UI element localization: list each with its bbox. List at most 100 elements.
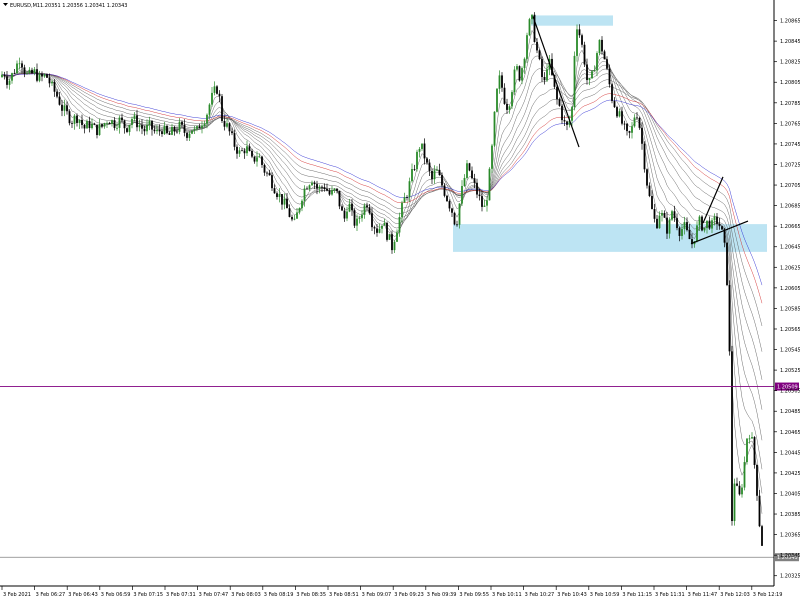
candle-body [421,143,423,149]
candle-body [628,131,631,133]
candle-body [708,220,711,229]
y-tick-label: 1.20725 [780,162,800,168]
candle-body [598,39,601,54]
candle-body [501,75,503,88]
x-tick-label: 3 Feb 11:47 [688,592,718,598]
x-tick-label: 3 Feb 06:27 [36,592,66,598]
candle-body [128,124,131,132]
candle-body [618,111,621,117]
y-tick-label: 1.20745 [780,142,800,148]
candle-body [291,216,293,220]
candle-body [608,68,611,85]
candle-body [93,123,96,125]
candle-body [131,118,133,125]
candle-body [756,464,758,496]
y-tick-label: 1.20405 [780,491,800,497]
candle-body [216,86,218,94]
x-tick-label: 3 Feb 12:03 [720,592,750,598]
candle-body [281,194,283,205]
candle-body [596,53,598,71]
candle-body [31,69,33,74]
candle-body [301,200,303,209]
candle-body [543,76,546,81]
candle-body [306,188,308,190]
x-tick-label: 3 Feb 10:27 [525,592,555,598]
candle-body [373,227,376,229]
supply-demand-zone[interactable] [531,15,613,26]
candle-body [231,131,233,134]
candle-body [681,229,683,236]
candle-body [341,206,343,211]
candle-body [393,241,396,251]
y-tick-label: 1.20485 [780,409,800,415]
candle-body [121,117,123,121]
candle-body [461,185,463,204]
candle-body [173,126,176,132]
candle-body [456,224,458,226]
candle-body [268,172,271,176]
candle-body [526,35,528,59]
candle-body [38,73,41,81]
chart-background [0,0,800,600]
candle-body [438,169,441,176]
candle-body [18,63,21,65]
candle-body [73,115,76,124]
candle-body [516,66,518,70]
candle-body [473,178,476,183]
price-chart[interactable]: 1.205091.20343 1.208651.208451.208251.20… [0,0,800,600]
candle-body [453,212,456,225]
candle-body [346,211,348,219]
candle-body [666,217,668,234]
candle-body [751,437,753,439]
candle-body [571,107,573,121]
candle-body [458,203,461,225]
candle-body [6,76,8,85]
candle-body [481,196,483,207]
candle-body [621,111,623,124]
candle-body [496,88,498,112]
candle-body [288,208,291,217]
candle-body [561,105,563,121]
candle-body [271,175,273,189]
candle-body [443,185,446,196]
candle-body [661,212,663,216]
candle-body [386,222,388,240]
candle-body [451,208,453,213]
candle-body [426,158,428,163]
candle-body [343,210,346,219]
candle-body [243,150,246,154]
candle-body [658,215,661,229]
chart-header: EURUSD,M1 1.20351 1.20356 1.20341 1.2034… [3,3,127,9]
candle-body [296,212,298,219]
candle-body [151,120,153,130]
x-tick-label: 3 Feb 07:31 [166,592,196,598]
candle-body [671,211,673,220]
candle-body [361,214,363,219]
candle-body [638,118,641,128]
candle-body [606,59,608,69]
candle-body [493,111,496,146]
candle-body [738,485,741,495]
candle-body [328,190,331,195]
candle-body [3,74,6,77]
candle-body [56,91,58,97]
candle-body [53,81,56,92]
candle-body [233,133,236,147]
y-tick-label: 1.20865 [780,19,800,25]
candle-body [703,228,706,231]
candle-body [518,66,521,81]
candle-body [626,123,628,132]
candle-body [48,77,51,84]
candle-body [616,107,618,117]
candle-body [631,126,633,133]
supply-demand-zone[interactable] [453,224,767,252]
candle-body [513,69,516,93]
candle-body [201,125,203,129]
candle-body [463,177,466,186]
candle-body [563,120,566,122]
x-tick-label: 3 Feb 08:35 [296,592,326,598]
candle-body [558,99,561,106]
y-tick-label: 1.20805 [780,80,800,86]
candle-body [23,67,26,74]
y-tick-label: 1.20565 [780,327,800,333]
